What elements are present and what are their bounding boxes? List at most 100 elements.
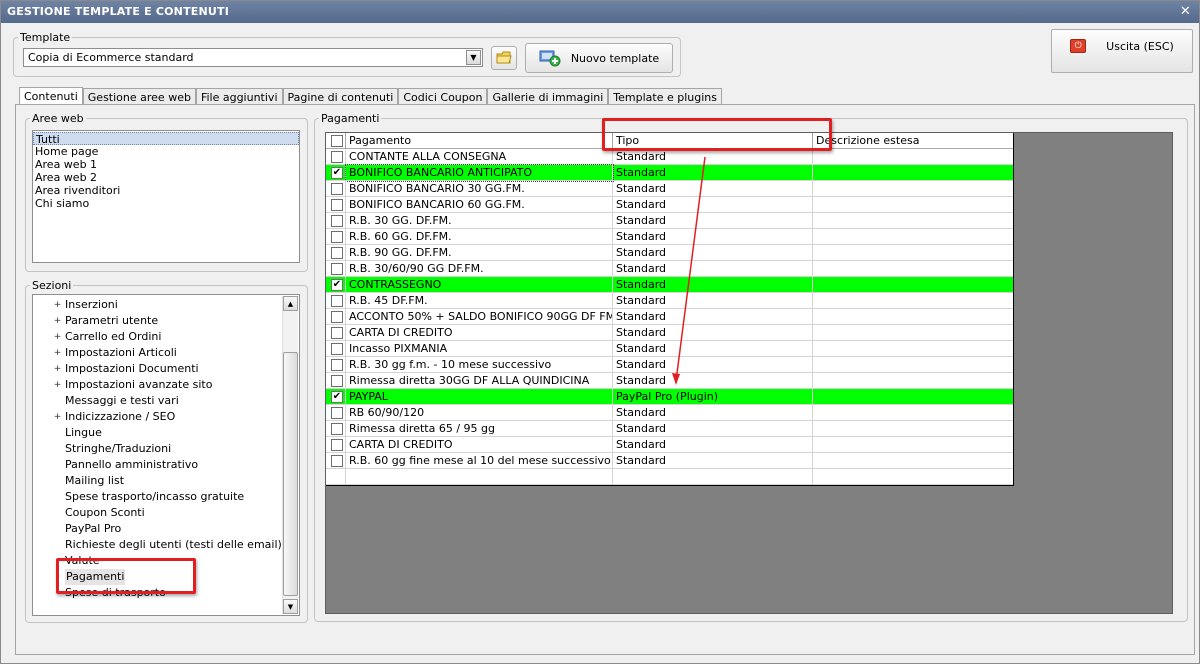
row-checkbox[interactable] [331, 263, 343, 275]
empty-cell[interactable] [813, 469, 1013, 485]
cell-tipo[interactable]: Standard [613, 421, 813, 437]
empty-cell[interactable] [326, 469, 346, 485]
row-checkbox[interactable] [331, 199, 343, 211]
expand-icon[interactable]: + [53, 333, 62, 342]
table-row[interactable]: CARTA DI CREDITO Standard [326, 437, 1013, 453]
cell-descrizione[interactable] [813, 389, 1013, 405]
cell-descrizione[interactable] [813, 245, 1013, 261]
row-checkbox[interactable] [331, 327, 343, 339]
cell-descrizione[interactable] [813, 181, 1013, 197]
row-checkbox[interactable]: ✔ [331, 391, 343, 403]
list-item[interactable]: Home page [33, 145, 299, 158]
row-checkbox[interactable] [331, 215, 343, 227]
tab-codici-coupon[interactable]: Codici Coupon [398, 88, 488, 105]
row-checkbox[interactable] [331, 295, 343, 307]
row-checkbox[interactable] [331, 231, 343, 243]
table-row[interactable]: ✔ PAYPAL PayPal Pro (Plugin) [326, 389, 1013, 405]
cell-descrizione[interactable] [813, 309, 1013, 325]
cell-pagamento[interactable]: RB 60/90/120 [346, 405, 613, 421]
cell-descrizione[interactable] [813, 421, 1013, 437]
cell-pagamento[interactable]: PAYPAL [346, 389, 613, 405]
cell-descrizione[interactable] [813, 149, 1013, 165]
close-icon[interactable]: ✕ [1180, 4, 1191, 19]
table-row-empty[interactable] [326, 469, 1013, 485]
row-checkbox[interactable] [331, 407, 343, 419]
cell-pagamento[interactable]: BONIFICO BANCARIO 30 GG.FM. [346, 181, 613, 197]
expand-icon[interactable]: + [53, 301, 62, 310]
scroll-up-icon[interactable]: ▲ [283, 296, 298, 311]
expand-icon[interactable]: + [53, 317, 62, 326]
row-checkbox[interactable]: ✔ [331, 279, 343, 291]
scroll-thumb[interactable] [283, 352, 298, 596]
row-checkbox[interactable] [331, 343, 343, 355]
cell-pagamento[interactable]: ACCONTO 50% + SALDO BONIFICO 90GG DF FM [346, 309, 613, 325]
cell-pagamento[interactable]: R.B. 90 GG. DF.FM. [346, 245, 613, 261]
expand-icon[interactable]: + [53, 365, 62, 374]
cell-descrizione[interactable] [813, 293, 1013, 309]
cell-descrizione[interactable] [813, 229, 1013, 245]
expand-icon[interactable]: + [53, 349, 62, 358]
cell-pagamento[interactable]: CONTANTE ALLA CONSEGNA [346, 149, 613, 165]
list-item[interactable]: Area rivenditori [33, 184, 299, 197]
cell-pagamento[interactable]: BONIFICO BANCARIO 60 GG.FM. [346, 197, 613, 213]
open-folder-button[interactable] [491, 46, 517, 70]
cell-descrizione[interactable] [813, 277, 1013, 293]
row-checkbox[interactable] [331, 375, 343, 387]
cell-descrizione[interactable] [813, 357, 1013, 373]
tab-pagine-di-contenuti[interactable]: Pagine di contenuti [282, 88, 399, 105]
row-checkbox[interactable] [331, 439, 343, 451]
cell-pagamento[interactable]: CARTA DI CREDITO [346, 325, 613, 341]
cell-pagamento[interactable]: Rimessa diretta 30GG DF ALLA QUINDICINA [346, 373, 613, 389]
cell-pagamento[interactable]: Rimessa diretta 65 / 95 gg [346, 421, 613, 437]
cell-pagamento[interactable]: R.B. 60 gg fine mese al 10 del mese succ… [346, 453, 613, 469]
table-row[interactable]: RB 60/90/120 Standard [326, 405, 1013, 421]
cell-descrizione[interactable] [813, 341, 1013, 357]
list-item[interactable]: Area web 1 [33, 158, 299, 171]
cell-descrizione[interactable] [813, 197, 1013, 213]
scroll-down-icon[interactable]: ▼ [283, 599, 298, 614]
select-all-checkbox[interactable] [331, 135, 343, 147]
empty-cell[interactable] [346, 469, 613, 485]
cell-descrizione[interactable] [813, 437, 1013, 453]
expand-icon[interactable]: + [53, 413, 62, 422]
header-pagamento[interactable]: Pagamento [346, 133, 613, 149]
cell-descrizione[interactable] [813, 405, 1013, 421]
row-checkbox[interactable] [331, 455, 343, 467]
row-checkbox[interactable] [331, 311, 343, 323]
tab-contenuti[interactable]: Contenuti [19, 87, 83, 105]
aree-web-list[interactable]: Tutti Home page Area web 1 Area web 2 Ar… [32, 130, 300, 263]
header-descrizione[interactable]: Descrizione estesa [813, 133, 1013, 149]
list-item[interactable]: Tutti [33, 132, 299, 146]
cell-tipo[interactable]: PayPal Pro (Plugin) [613, 389, 813, 405]
cell-descrizione[interactable] [813, 213, 1013, 229]
cell-pagamento[interactable]: CONTRASSEGNO [346, 277, 613, 293]
table-row[interactable]: Rimessa diretta 65 / 95 gg Standard [326, 421, 1013, 437]
exit-button[interactable]: ⏻ Uscita (ESC) [1051, 29, 1193, 73]
expand-icon[interactable]: + [53, 381, 62, 390]
cell-descrizione[interactable] [813, 325, 1013, 341]
cell-descrizione[interactable] [813, 373, 1013, 389]
cell-descrizione[interactable] [813, 453, 1013, 469]
empty-cell[interactable] [613, 469, 813, 485]
table-row[interactable]: R.B. 60 gg fine mese al 10 del mese succ… [326, 453, 1013, 469]
cell-pagamento[interactable]: R.B. 30 gg f.m. - 10 mese successivo [346, 357, 613, 373]
row-checkbox[interactable] [331, 183, 343, 195]
cell-pagamento[interactable]: Incasso PIXMANIA [346, 341, 613, 357]
row-checkbox[interactable] [331, 247, 343, 259]
cell-descrizione[interactable] [813, 165, 1013, 181]
cell-pagamento[interactable]: R.B. 30 GG. DF.FM. [346, 213, 613, 229]
row-checkbox[interactable] [331, 423, 343, 435]
list-item[interactable]: Chi siamo [33, 197, 299, 210]
cell-pagamento[interactable]: R.B. 45 DF.FM. [346, 293, 613, 309]
cell-tipo[interactable]: Standard [613, 453, 813, 469]
tab-file-aggiuntivi[interactable]: File aggiuntivi [195, 88, 283, 105]
row-checkbox[interactable] [331, 359, 343, 371]
tab-template-e-plugins[interactable]: Template e plugins [608, 88, 723, 105]
chevron-down-icon[interactable]: ▼ [466, 50, 481, 65]
row-checkbox[interactable] [331, 151, 343, 163]
cell-pagamento[interactable]: R.B. 60 GG. DF.FM. [346, 229, 613, 245]
cell-pagamento[interactable]: BONIFICO BANCARIO ANTICIPATO [345, 164, 614, 182]
tab-gestione-aree-web[interactable]: Gestione aree web [82, 88, 196, 105]
sezioni-scrollbar[interactable]: ▲ ▼ [282, 296, 298, 614]
cell-tipo[interactable]: Standard [613, 437, 813, 453]
